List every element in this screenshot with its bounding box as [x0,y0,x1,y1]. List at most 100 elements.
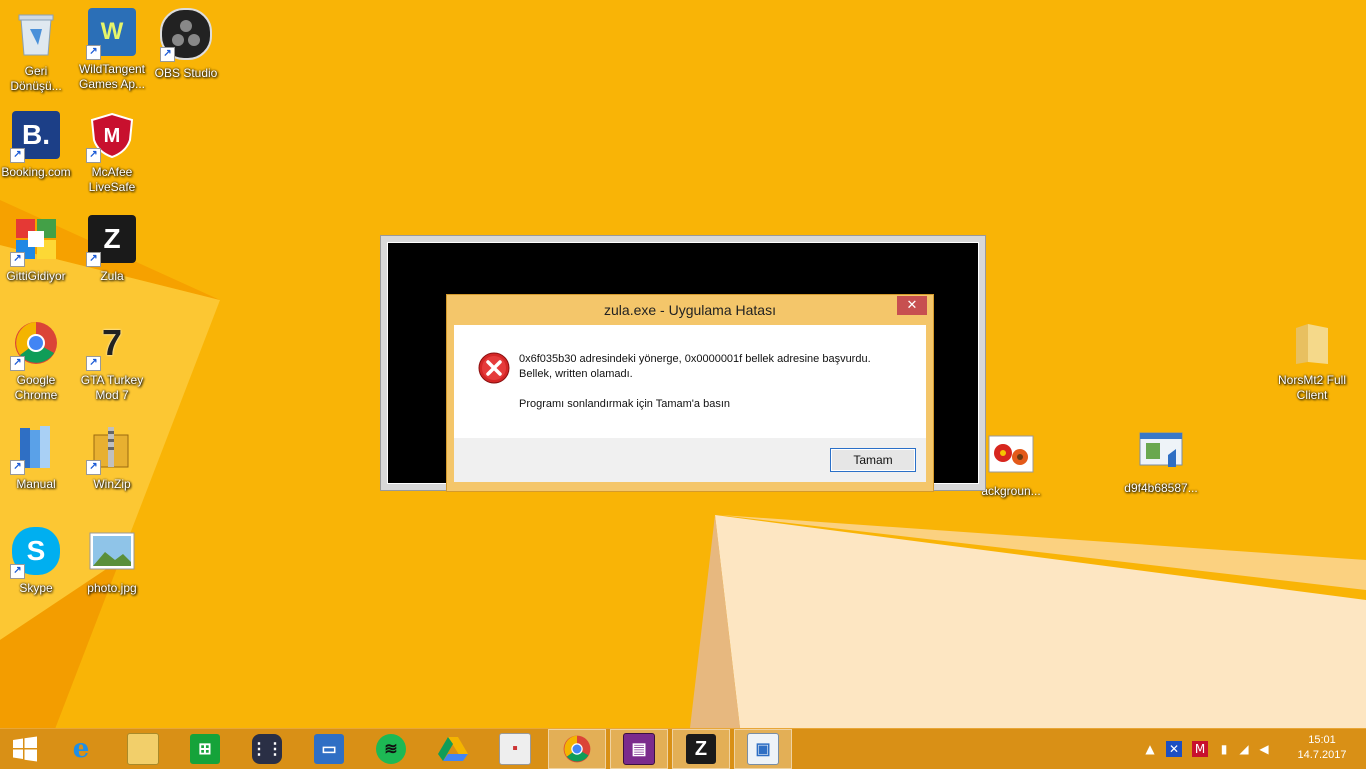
shortcut-arrow-icon: ↗ [160,47,175,62]
desktop-icon-gittigidiyor[interactable]: ↗ GittiGidiyor [0,215,74,284]
image-file-icon [88,527,136,575]
desktop-icon-label: WinZip [93,477,131,491]
desktop-icon-d9f4b68587[interactable]: d9f4b68587... [1123,427,1199,496]
error-window-icon: ▣ [747,733,779,765]
dialog-body: 0x6f035b30 adresindeki yönerge, 0x000000… [454,325,926,438]
desktop-icon-google-chrome[interactable]: ↗ Google Chrome [0,319,74,403]
folder-icon [1288,319,1336,367]
app-tray-icon[interactable]: ✕ [1166,741,1182,757]
taskbar: e ⊞ ⋮⋮ ▭ ≋ ▪ ▤ Z ▣ ▲ ✕ M ▮ ◢ ◀ 15:01 14.… [0,728,1366,769]
taskbar-item-apps-grid[interactable]: ⋮⋮ [238,729,296,769]
desktop-icon-label: Zula [100,269,124,283]
desktop-icon-label: GTA Turkey Mod 7 [80,373,144,402]
taskbar-item-google-drive[interactable] [424,729,482,769]
desktop-icon-label: photo.jpg [87,581,137,595]
desktop-icon-booking[interactable]: B. ↗ Booking.com [0,111,74,180]
dialog-title: zula.exe - Uygulama Hatası [604,302,776,318]
dialog-footer: Tamam [454,438,926,482]
clock-date: 14.7.2017 [1297,749,1347,761]
desktop-icon-label: Booking.com [1,165,71,179]
zula-icon: Z [686,734,716,764]
desktop-icon-label: d9f4b68587... [1124,481,1198,495]
shortcut-arrow-icon: ↗ [86,356,101,371]
show-hidden-icons-icon[interactable]: ▲ [1142,741,1158,757]
manual-icon: ↗ [10,423,60,475]
taskbar-item-chat[interactable]: ▭ [300,729,358,769]
apps-grid-icon: ⋮⋮ [251,734,283,764]
system-tray: ▲ ✕ M ▮ ◢ ◀ 15:01 14.7.2017 [1136,729,1366,769]
battery-icon[interactable]: ▮ [1216,741,1232,757]
shortcut-arrow-icon: ↗ [86,460,101,475]
desktop-icon-obs-studio[interactable]: ↗ OBS Studio [148,8,224,81]
google-drive-icon [438,737,468,761]
desktop-icon-label: Geri Dönüşü... [10,64,62,93]
windows-start-icon [13,736,37,762]
shortcut-arrow-icon: ↗ [86,252,101,267]
desktop-icon-norsmt2[interactable]: NorsMt2 Full Client [1274,319,1350,403]
ok-button[interactable]: Tamam [830,448,916,472]
taskbar-item-spotify[interactable]: ≋ [362,729,420,769]
image-file-icon [987,430,1035,478]
chat-icon: ▭ [314,734,344,764]
chrome-icon: ↗ [10,319,60,371]
desktop-icon-label: McAfee LiveSafe [88,165,136,194]
taskbar-item-windows-store[interactable]: ⊞ [176,729,234,769]
taskbar-item-error-window[interactable]: ▣ [734,729,792,769]
shortcut-arrow-icon: ↗ [86,45,101,60]
taskbar-item-winrar[interactable]: ▤ [610,729,668,769]
taskbar-item-internet-explorer[interactable]: e [52,729,110,769]
desktop-icon-label: NorsMt2 Full Client [1277,373,1346,402]
desktop-icon-winzip[interactable]: ↗ WinZip [74,423,150,492]
network-icon[interactable]: ◢ [1236,741,1252,757]
desktop-icon-manual[interactable]: ↗ Manual [0,423,74,492]
desktop-icon-wildtangent[interactable]: W ↗ WildTangent Games Ap... [74,8,150,92]
desktop-icon-mcafee[interactable]: M ↗ McAfee LiveSafe [74,111,150,195]
desktop-icon-label: WildTangent Games Ap... [78,62,146,91]
zula-icon: Z ↗ [86,215,136,267]
shortcut-arrow-icon: ↗ [10,148,25,163]
spotify-icon: ≋ [376,734,406,764]
obs-studio-icon: ↗ [160,8,212,62]
clock[interactable]: 15:01 14.7.2017 [1292,733,1352,763]
taskbar-item-remote[interactable]: ▪ [486,729,544,769]
error-message-line: Bellek, written olamadı. [519,368,633,380]
shortcut-arrow-icon: ↗ [10,460,25,475]
desktop-icon-recycle-bin[interactable]: Geri Dönüşü... [0,10,74,94]
svg-text:M: M [104,125,121,147]
windows-store-icon: ⊞ [190,734,220,764]
remote-icon: ▪ [499,733,531,765]
file-explorer-icon [127,733,159,765]
mcafee-icon: M ↗ [86,111,136,163]
desktop-icon-label: Skype [19,581,53,595]
winrar-icon: ▤ [623,733,655,765]
chrome-icon [563,735,591,763]
gta-turkey-icon: 7 ↗ [86,319,136,371]
volume-icon[interactable]: ◀ [1256,741,1272,757]
desktop-icon-skype[interactable]: S ↗ Skype [0,527,74,596]
error-instruction: Programı sonlandırmak için Tamam'a basın [519,398,730,410]
desktop-icon-zula[interactable]: Z ↗ Zula [74,215,150,284]
error-icon [478,352,510,384]
booking-icon: B. ↗ [10,111,60,163]
error-dialog[interactable]: zula.exe - Uygulama Hatası ✕ 0x6f035b30 … [446,294,934,492]
taskbar-item-zula[interactable]: Z [672,729,730,769]
desktop-icon-photo-jpg[interactable]: photo.jpg [74,527,150,596]
desktop-icon-gta-turkey[interactable]: 7 ↗ GTA Turkey Mod 7 [74,319,150,403]
winzip-icon: ↗ [86,423,136,475]
mcafee-tray-icon[interactable]: M [1192,741,1208,757]
recycle-bin-icon [12,10,60,58]
wildtangent-icon: W ↗ [86,8,136,60]
window-file-icon [1137,427,1185,475]
desktop-icon-label: Google Chrome [14,373,58,402]
close-button[interactable]: ✕ [897,296,927,315]
desktop-icon-label: OBS Studio [154,66,218,80]
taskbar-item-file-explorer[interactable] [114,729,172,769]
start-button[interactable] [0,729,50,769]
desktop-icon-label: Manual [16,477,56,491]
gittigidiyor-icon: ↗ [10,215,60,267]
taskbar-item-chrome[interactable] [548,729,606,769]
shortcut-arrow-icon: ↗ [10,564,25,579]
internet-explorer-icon: e [72,734,90,764]
error-message: 0x6f035b30 adresindeki yönerge, 0x000000… [519,352,919,412]
shortcut-arrow-icon: ↗ [10,356,25,371]
